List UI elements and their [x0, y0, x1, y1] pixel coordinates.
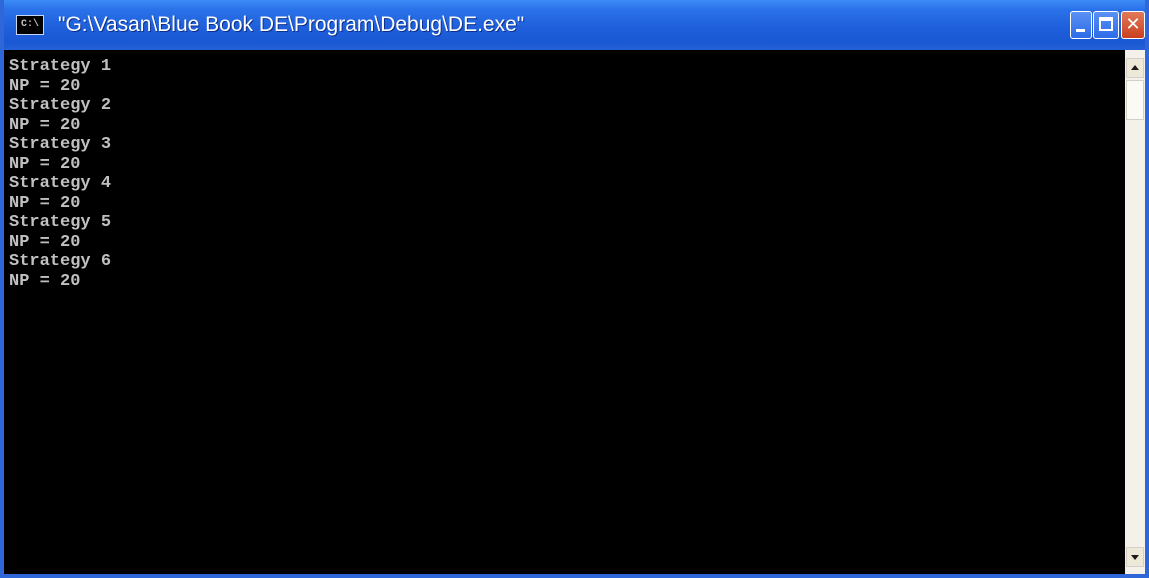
arrow-up-icon	[1131, 65, 1139, 70]
console-icon[interactable]: C:\	[16, 15, 44, 35]
maximize-icon	[1099, 17, 1113, 31]
console-output[interactable]: Strategy 1 NP = 20 Strategy 2 NP = 20 St…	[4, 50, 1125, 574]
console-line: Strategy 1	[9, 57, 112, 76]
console-line: NP = 20	[9, 154, 81, 174]
window-title: "G:\Vasan\Blue Book DE\Program\Debug\DE.…	[58, 13, 525, 36]
console-line: Strategy 4	[9, 174, 112, 193]
arrow-down-icon	[1131, 555, 1139, 560]
scroll-down-button[interactable]	[1126, 547, 1144, 567]
console-line: Strategy 6	[9, 252, 112, 271]
console-window: C:\ "G:\Vasan\Blue Book DE\Program\Debug…	[0, 0, 1149, 578]
console-line: NP = 20	[9, 76, 81, 96]
console-line: NP = 20	[9, 271, 81, 291]
scrollbar-thumb[interactable]	[1126, 80, 1144, 120]
console-line: NP = 20	[9, 193, 81, 213]
maximize-button[interactable]	[1093, 11, 1119, 39]
vertical-scrollbar[interactable]	[1125, 50, 1145, 574]
console-line: NP = 20	[9, 115, 81, 135]
console-line: Strategy 5	[9, 213, 112, 232]
close-button[interactable]: ✕	[1121, 11, 1145, 39]
minimize-icon	[1076, 29, 1085, 32]
minimize-button[interactable]	[1070, 11, 1092, 39]
close-icon: ✕	[1125, 14, 1141, 35]
console-line: Strategy 3	[9, 135, 112, 154]
console-line: Strategy 2	[9, 96, 112, 115]
title-bar[interactable]: C:\ "G:\Vasan\Blue Book DE\Program\Debug…	[4, 0, 1145, 50]
console-line: NP = 20	[9, 232, 81, 252]
scroll-up-button[interactable]	[1126, 58, 1144, 78]
